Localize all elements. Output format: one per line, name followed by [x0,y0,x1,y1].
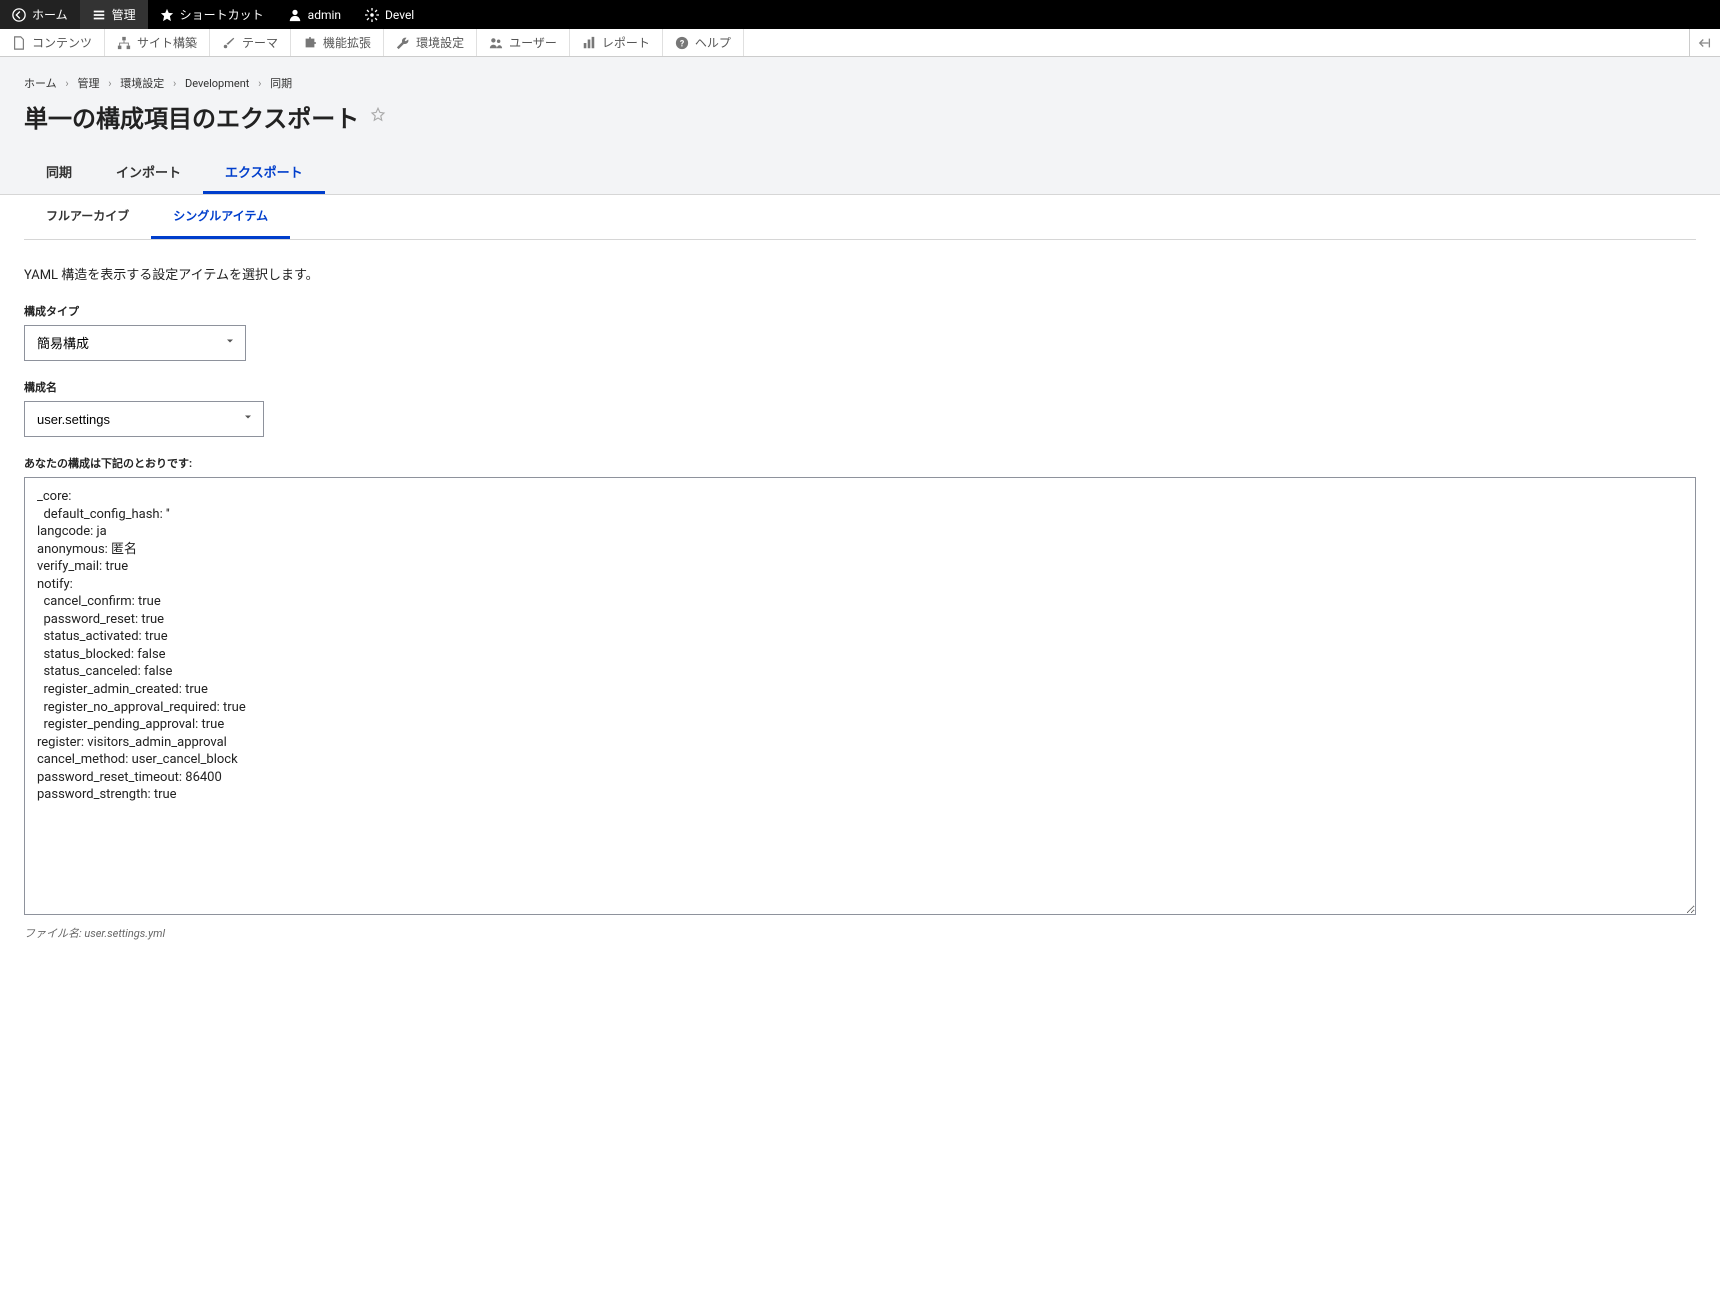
back-icon [12,8,26,22]
tab-sync[interactable]: 同期 [24,152,94,194]
nav-help[interactable]: ? ヘルプ [663,29,744,56]
nav-extend[interactable]: 機能拡張 [291,29,384,56]
config-type-label: 構成タイプ [24,303,1696,319]
form-item-config-name: 構成名 user.settings [24,379,1696,437]
svg-text:?: ? [680,39,685,49]
breadcrumb-configuration[interactable]: 環境設定 [120,77,164,90]
secondary-tabs: フルアーカイブ シングルアイテム [24,195,1696,240]
breadcrumb-sync[interactable]: 同期 [270,77,292,90]
config-type-select-wrap: 簡易構成 [24,325,246,361]
config-output-label: あなたの構成は下記のとおりです: [24,455,1696,471]
breadcrumb-sep: › [108,77,111,90]
star-icon [160,8,174,22]
toolbar-user[interactable]: admin [276,0,353,29]
config-output-textarea[interactable] [24,477,1696,915]
config-name-select-wrap: user.settings [24,401,264,437]
nav-help-label: ヘルプ [695,34,731,51]
toolbar-manage-label: 管理 [112,6,136,23]
file-hint-prefix: ファイル名: [24,927,84,940]
nav-content[interactable]: コンテンツ [0,29,105,56]
toolbar-home-label: ホーム [32,6,68,23]
subtab-single-item[interactable]: シングルアイテム [151,195,290,239]
arrow-left-icon [1698,36,1712,50]
nav-structure-label: サイト構築 [137,34,197,51]
nav-content-label: コンテンツ [32,34,92,51]
breadcrumb-sep: › [65,77,68,90]
tab-export[interactable]: エクスポート [203,152,325,194]
help-icon: ? [675,36,689,50]
form-item-config-output: あなたの構成は下記のとおりです: ファイル名: user.settings.ym… [24,455,1696,941]
page-header-region: ホーム › 管理 › 環境設定 › Development › 同期 単一の構成… [0,57,1720,195]
toolbar-shortcuts[interactable]: ショートカット [148,0,276,29]
toolbar-spacer [744,29,1689,56]
toolbar-home[interactable]: ホーム [0,0,80,29]
config-name-select[interactable]: user.settings [24,401,264,437]
paintbrush-icon [222,36,236,50]
sitemap-icon [117,36,131,50]
nav-people[interactable]: ユーザー [477,29,570,56]
shortcut-star-icon[interactable] [369,106,387,128]
breadcrumb-manage[interactable]: 管理 [77,77,99,90]
toolbar-shortcuts-label: ショートカット [180,6,264,23]
breadcrumb-home[interactable]: ホーム [24,77,57,90]
admin-toolbar-second: コンテンツ サイト構築 テーマ 機能拡張 環境設定 ユーザー レポート ? ヘル… [0,29,1720,57]
nav-configuration-label: 環境設定 [416,34,464,51]
config-name-label: 構成名 [24,379,1696,395]
breadcrumb-sep: › [173,77,176,90]
nav-structure[interactable]: サイト構築 [105,29,210,56]
nav-appearance-label: テーマ [242,34,278,51]
nav-configuration[interactable]: 環境設定 [384,29,477,56]
gear-icon [365,8,379,22]
subtab-full-archive[interactable]: フルアーカイブ [24,195,151,239]
breadcrumb-sep: › [258,77,261,90]
content-region: フルアーカイブ シングルアイテム YAML 構造を表示する設定アイテムを選択しま… [0,195,1720,999]
page-title-row: 単一の構成項目のエクスポート [24,99,1696,134]
admin-toolbar-top: ホーム 管理 ショートカット admin Devel [0,0,1720,29]
toolbar-devel[interactable]: Devel [353,0,426,29]
barchart-icon [582,36,596,50]
breadcrumb-development[interactable]: Development [185,77,249,90]
wrench-icon [396,36,410,50]
hamburger-icon [92,8,106,22]
form-item-config-type: 構成タイプ 簡易構成 [24,303,1696,361]
file-hint-name: user.settings.yml [84,927,165,940]
document-icon [12,36,26,50]
tab-import[interactable]: インポート [94,152,203,194]
nav-reports[interactable]: レポート [570,29,663,56]
primary-tabs: 同期 インポート エクスポート [24,152,1696,194]
puzzle-icon [303,36,317,50]
toolbar-manage[interactable]: 管理 [80,0,148,29]
page-title: 単一の構成項目のエクスポート [24,99,359,134]
people-icon [489,36,503,50]
config-file-hint: ファイル名: user.settings.yml [24,925,1696,941]
nav-extend-label: 機能拡張 [323,34,371,51]
nav-appearance[interactable]: テーマ [210,29,291,56]
config-type-select[interactable]: 簡易構成 [24,325,246,361]
breadcrumb: ホーム › 管理 › 環境設定 › Development › 同期 [24,75,1696,91]
nav-people-label: ユーザー [509,34,557,51]
toolbar-devel-label: Devel [385,8,414,22]
toolbar-orientation-toggle[interactable] [1689,29,1720,56]
page-description: YAML 構造を表示する設定アイテムを選択します。 [24,264,1696,283]
user-icon [288,8,302,22]
nav-reports-label: レポート [602,34,650,51]
toolbar-user-label: admin [308,8,341,22]
